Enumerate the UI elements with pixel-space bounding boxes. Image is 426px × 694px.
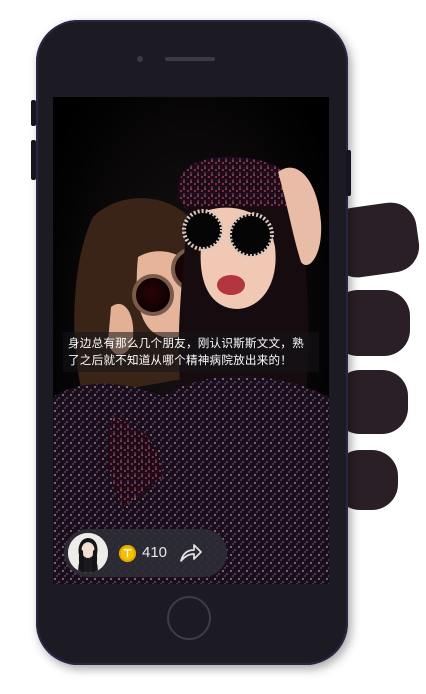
post-caption: 身边总有那么几个朋友，刚认识斯斯文文，熟了之后就不知道从哪个精神病院放出来的！ bbox=[63, 332, 319, 372]
share-icon[interactable] bbox=[179, 542, 203, 564]
post-action-bar: ⊤ 410 bbox=[64, 529, 227, 577]
coin-count: 410 bbox=[142, 544, 168, 561]
power-button bbox=[346, 150, 351, 196]
coin-icon: ⊤ bbox=[119, 545, 136, 562]
volume-button bbox=[31, 100, 36, 126]
phone-screen: 身边总有那么几个朋友，刚认识斯斯文文，熟了之后就不知道从哪个精神病院放出来的！ bbox=[53, 97, 329, 584]
home-button[interactable] bbox=[167, 596, 211, 640]
avatar-portrait-icon bbox=[68, 533, 108, 573]
volume-button bbox=[31, 140, 36, 180]
earpiece-speaker bbox=[165, 57, 215, 61]
user-avatar[interactable] bbox=[68, 533, 108, 573]
front-camera bbox=[137, 56, 143, 62]
